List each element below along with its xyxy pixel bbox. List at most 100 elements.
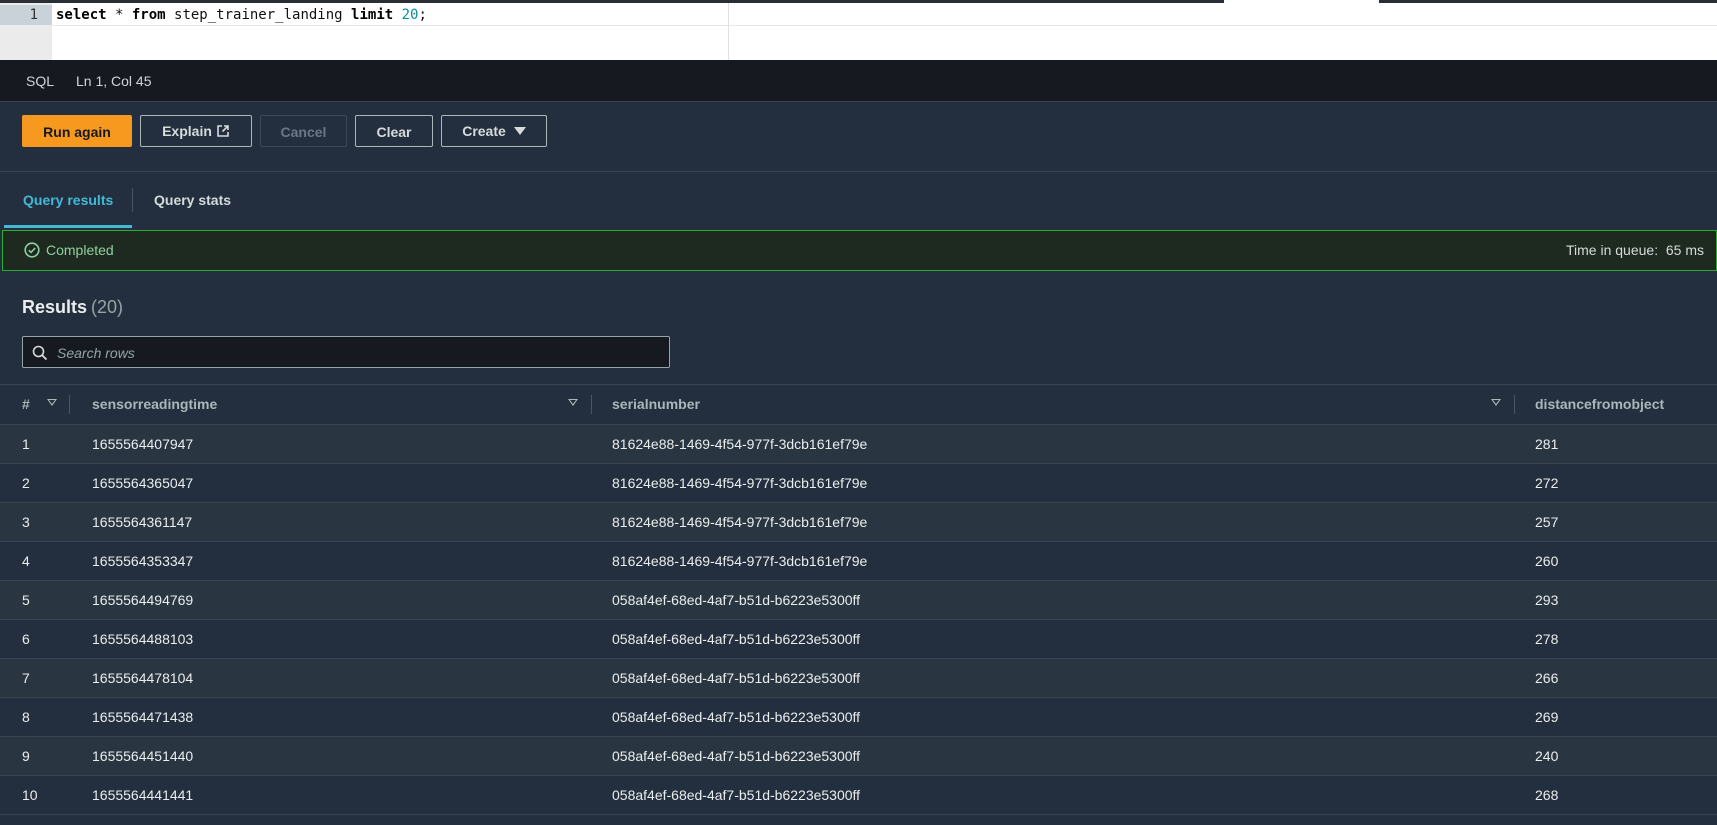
cell-sensorreadingtime: 1655564353347 xyxy=(70,541,592,581)
cell-distancefromobject: 293 xyxy=(1515,580,1717,620)
row-index: 5 xyxy=(0,580,70,620)
table-row: 1 1655564407947 81624e88-1469-4f54-977f-3d… xyxy=(0,424,1717,464)
cancel-button[interactable]: Cancel xyxy=(260,115,347,147)
create-dropdown-button[interactable]: Create xyxy=(441,115,547,147)
caret-down-icon xyxy=(513,127,526,136)
table-row: 5 1655564494769 058af4ef-68ed-4af7-b51d-b6… xyxy=(0,580,1717,620)
table-row: 10 1655564441441 058af4ef-68ed-4af7-b51d-b… xyxy=(0,775,1717,815)
tab-divider xyxy=(132,188,133,212)
cell-serialnumber: 058af4ef-68ed-4af7-b51d-b6223e5300ff xyxy=(592,619,1515,659)
cell-distancefromobject: 257 xyxy=(1515,502,1717,542)
explain-label: Explain xyxy=(162,123,212,139)
row-index: 10 xyxy=(0,775,70,815)
results-title-text: Results xyxy=(22,297,88,317)
keyword-from: from xyxy=(131,7,166,23)
cell-distancefromobject: 269 xyxy=(1515,697,1717,737)
column-header-sensorreadingtime[interactable]: sensorreadingtime xyxy=(70,384,592,425)
column-header-label: serialnumber xyxy=(612,396,700,412)
create-label: Create xyxy=(462,123,506,139)
keyword-limit: limit xyxy=(351,7,394,23)
run-again-button[interactable]: Run again xyxy=(22,115,132,147)
search-rows-field[interactable] xyxy=(22,336,670,369)
row-index: 6 xyxy=(0,619,70,659)
cell-serialnumber: 81624e88-1469-4f54-977f-3dcb161ef79e xyxy=(592,502,1515,542)
column-header-label: sensorreadingtime xyxy=(92,396,218,412)
cell-distancefromobject: 278 xyxy=(1515,619,1717,659)
table-row: 7 1655564478104 058af4ef-68ed-4af7-b51d-b6… xyxy=(0,658,1717,698)
line-number: 1 xyxy=(29,7,38,23)
editor-tab-strip xyxy=(0,0,1717,3)
query-toolbar: Run again Explain Cancel Clear Create xyxy=(0,102,1717,172)
cell-serialnumber: 058af4ef-68ed-4af7-b51d-b6223e5300ff xyxy=(592,736,1515,776)
editor-gutter: 1 xyxy=(0,3,52,60)
cell-serialnumber: 058af4ef-68ed-4af7-b51d-b6223e5300ff xyxy=(592,658,1515,698)
cell-sensorreadingtime: 1655564441441 xyxy=(70,775,592,815)
row-index: 4 xyxy=(0,541,70,581)
cell-distancefromobject: 240 xyxy=(1515,736,1717,776)
time-in-queue: Time in queue: 65 ms xyxy=(1566,231,1704,270)
sort-icon[interactable] xyxy=(47,399,57,406)
cell-distancefromobject: 260 xyxy=(1515,541,1717,581)
keyword-select: select xyxy=(56,7,107,23)
row-index: 3 xyxy=(0,502,70,542)
results-count: (20) xyxy=(91,297,124,317)
tab-query-stats[interactable]: Query stats xyxy=(154,172,231,228)
queue-value: 65 ms xyxy=(1665,242,1704,258)
cell-serialnumber: 81624e88-1469-4f54-977f-3dcb161ef79e xyxy=(592,541,1515,581)
search-icon xyxy=(32,345,48,361)
results-table: # sensorreadingtime serialnumber distanc… xyxy=(0,384,1717,815)
queue-label: Time in queue: xyxy=(1566,242,1659,258)
cell-distancefromobject: 268 xyxy=(1515,775,1717,815)
row-index: 2 xyxy=(0,463,70,503)
cell-serialnumber: 058af4ef-68ed-4af7-b51d-b6223e5300ff xyxy=(592,697,1515,737)
results-panel: Results(20) # sensorreadingtime serialnu… xyxy=(0,271,1717,825)
row-index: 8 xyxy=(0,697,70,737)
table-row: 8 1655564471438 058af4ef-68ed-4af7-b51d-b6… xyxy=(0,697,1717,737)
table-row: 2 1655564365047 81624e88-1469-4f54-977f-3d… xyxy=(0,463,1717,503)
row-index: 9 xyxy=(0,736,70,776)
cell-sensorreadingtime: 1655564451440 xyxy=(70,736,592,776)
active-tab-indicator xyxy=(4,225,132,228)
cell-sensorreadingtime: 1655564488103 xyxy=(70,619,592,659)
status-text: Completed xyxy=(46,242,114,258)
table-row: 4 1655564353347 81624e88-1469-4f54-977f-3d… xyxy=(0,541,1717,581)
query-space xyxy=(393,7,401,23)
query-star: * xyxy=(106,7,132,23)
query-status-banner: Completed Time in queue: 65 ms xyxy=(2,230,1717,271)
column-header-label: # xyxy=(22,396,30,412)
row-index: 1 xyxy=(0,424,70,464)
table-row: 6 1655564488103 058af4ef-68ed-4af7-b51d-b6… xyxy=(0,619,1717,659)
tab-query-results[interactable]: Query results xyxy=(23,172,113,228)
column-header-label: distancefromobject xyxy=(1535,396,1665,412)
explain-button[interactable]: Explain xyxy=(140,115,252,147)
column-header-distancefromobject[interactable]: distancefromobject xyxy=(1515,384,1717,425)
cell-sensorreadingtime: 1655564494769 xyxy=(70,580,592,620)
cell-sensorreadingtime: 1655564365047 xyxy=(70,463,592,503)
sort-icon[interactable] xyxy=(568,399,578,406)
check-circle-icon xyxy=(24,242,40,258)
cell-sensorreadingtime: 1655564471438 xyxy=(70,697,592,737)
sort-icon[interactable] xyxy=(1491,399,1501,406)
print-margin xyxy=(728,3,729,60)
clear-button[interactable]: Clear xyxy=(355,115,433,147)
search-rows-input[interactable] xyxy=(55,337,659,369)
query-limit-value: 20 xyxy=(401,7,419,23)
column-header-index[interactable]: # xyxy=(0,384,70,425)
cell-serialnumber: 81624e88-1469-4f54-977f-3dcb161ef79e xyxy=(592,463,1515,503)
sql-editor[interactable]: 1 select * from step_trainer_landing lim… xyxy=(0,0,1717,60)
cell-serialnumber: 058af4ef-68ed-4af7-b51d-b6223e5300ff xyxy=(592,775,1515,815)
cell-sensorreadingtime: 1655564407947 xyxy=(70,424,592,464)
table-header-row: # sensorreadingtime serialnumber distanc… xyxy=(0,384,1717,425)
results-tabs: Query results Query stats xyxy=(0,172,1717,228)
cell-serialnumber: 058af4ef-68ed-4af7-b51d-b6223e5300ff xyxy=(592,580,1515,620)
column-header-serialnumber[interactable]: serialnumber xyxy=(592,384,1515,425)
query-terminator: ; xyxy=(418,7,427,23)
sql-query-text[interactable]: select * from step_trainer_landing limit… xyxy=(56,5,427,25)
results-title: Results (20) xyxy=(22,297,123,318)
cell-serialnumber: 81624e88-1469-4f54-977f-3dcb161ef79e xyxy=(592,424,1515,464)
status-completed: Completed xyxy=(24,231,114,270)
editor-tab-highlight xyxy=(1224,0,1379,3)
query-table-name: step_trainer_landing xyxy=(165,7,352,23)
cell-distancefromobject: 281 xyxy=(1515,424,1717,464)
table-row: 3 1655564361147 81624e88-1469-4f54-977f-3d… xyxy=(0,502,1717,542)
